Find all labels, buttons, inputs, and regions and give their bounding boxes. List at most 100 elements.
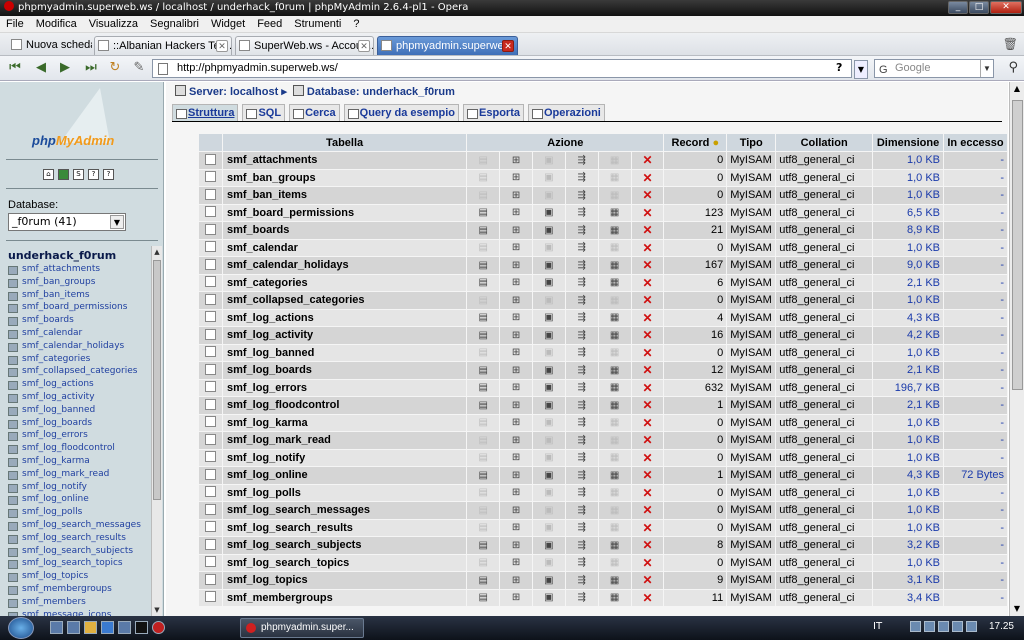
breadcrumb-database[interactable]: Database: underhack_f0rum <box>307 86 455 98</box>
checkbox[interactable] <box>204 276 216 288</box>
checkbox[interactable] <box>204 521 216 533</box>
table-name-link[interactable]: smf_log_banned <box>222 344 467 361</box>
sidebar-table-link[interactable]: smf_collapsed_categories <box>8 365 150 378</box>
close-tab-icon[interactable]: ✕ <box>502 40 514 52</box>
checkbox[interactable] <box>204 171 216 183</box>
row-checkbox[interactable] <box>199 432 222 449</box>
checkbox[interactable] <box>204 346 216 358</box>
size-link[interactable]: 2,1 KB <box>873 362 944 379</box>
browse-icon[interactable]: ▤ <box>467 484 500 501</box>
sidebar-table-link[interactable]: smf_attachments <box>8 263 150 276</box>
sidebar-table-link[interactable]: smf_log_mark_read <box>8 468 150 481</box>
size-link[interactable]: 6,5 KB <box>873 204 944 221</box>
table-name-link[interactable]: smf_log_search_subjects <box>222 537 467 554</box>
fast-forward-icon[interactable]: ⏭ <box>82 60 100 77</box>
row-checkbox[interactable] <box>199 292 222 309</box>
drop-icon[interactable]: ✕ <box>631 502 664 519</box>
drop-icon[interactable]: ✕ <box>631 572 664 589</box>
browse-icon[interactable]: ▤ <box>467 397 500 414</box>
empty-icon[interactable]: ▦ <box>598 239 631 256</box>
insert-icon[interactable]: ⇶ <box>565 379 598 396</box>
search-icon[interactable]: ▣ <box>532 257 565 274</box>
sidebar-table-link[interactable]: smf_log_search_topics <box>8 557 150 570</box>
maximize-button[interactable]: □ <box>969 1 989 14</box>
insert-icon[interactable]: ⇶ <box>565 309 598 326</box>
row-checkbox[interactable] <box>199 187 222 204</box>
switch-windows-icon[interactable] <box>67 621 80 634</box>
browse-icon[interactable]: ▤ <box>467 537 500 554</box>
empty-icon[interactable]: ▦ <box>598 152 631 169</box>
scroll-thumb[interactable] <box>153 260 161 500</box>
drop-icon[interactable]: ✕ <box>631 152 664 169</box>
size-link[interactable]: 4,3 KB <box>873 309 944 326</box>
structure-icon[interactable]: ⊞ <box>500 449 532 466</box>
insert-icon[interactable]: ⇶ <box>565 344 598 361</box>
checkbox[interactable] <box>204 538 216 550</box>
search-icon[interactable]: ▣ <box>532 344 565 361</box>
size-link[interactable]: 1,0 KB <box>873 152 944 169</box>
checkbox[interactable] <box>204 486 216 498</box>
insert-icon[interactable]: ⇶ <box>565 327 598 344</box>
checkbox[interactable] <box>204 258 216 270</box>
menu-feed[interactable]: Feed <box>251 18 288 30</box>
checkbox[interactable] <box>204 206 216 218</box>
row-checkbox[interactable] <box>199 362 222 379</box>
browse-icon[interactable]: ▤ <box>467 187 500 204</box>
structure-icon[interactable]: ⊞ <box>500 309 532 326</box>
checkbox[interactable] <box>204 241 216 253</box>
tab-query-da-esempio[interactable]: Query da esempio <box>343 104 460 121</box>
row-checkbox[interactable] <box>199 257 222 274</box>
sidebar-table-link[interactable]: smf_message_icons <box>8 609 150 616</box>
insert-icon[interactable]: ⇶ <box>565 187 598 204</box>
table-name-link[interactable]: smf_log_search_results <box>222 519 467 536</box>
browse-icon[interactable]: ▤ <box>467 309 500 326</box>
tab-phpmyadmin[interactable]: phpmyadmin.superwe... ✕ <box>377 36 518 55</box>
size-link[interactable]: 4,2 KB <box>873 327 944 344</box>
checkbox[interactable] <box>204 153 216 165</box>
drop-icon[interactable]: ✕ <box>631 449 664 466</box>
scroll-down-icon[interactable]: ▼ <box>152 604 162 616</box>
search-icon[interactable]: ▣ <box>532 484 565 501</box>
empty-icon[interactable]: ▦ <box>598 502 631 519</box>
tab-cerca[interactable]: Cerca <box>289 104 340 121</box>
sql-icon[interactable]: S <box>73 169 84 180</box>
table-name-link[interactable]: smf_log_errors <box>222 379 467 396</box>
row-checkbox[interactable] <box>199 484 222 501</box>
row-checkbox[interactable] <box>199 449 222 466</box>
tray-icon[interactable] <box>924 621 935 632</box>
empty-icon[interactable]: ▦ <box>598 467 631 484</box>
sidebar-table-link[interactable]: smf_log_banned <box>8 404 150 417</box>
drop-icon[interactable]: ✕ <box>631 537 664 554</box>
home-icon[interactable]: ⌂ <box>43 169 54 180</box>
insert-icon[interactable]: ⇶ <box>565 519 598 536</box>
menu-file[interactable]: File <box>0 18 30 30</box>
structure-icon[interactable]: ⊞ <box>500 344 532 361</box>
table-name-link[interactable]: smf_membergroups <box>222 589 467 606</box>
checkbox[interactable] <box>204 416 216 428</box>
table-name-link[interactable]: smf_log_karma <box>222 414 467 431</box>
row-checkbox[interactable] <box>199 204 222 221</box>
search-icon[interactable]: ▣ <box>532 589 565 606</box>
scroll-up-icon[interactable]: ▲ <box>1010 82 1024 96</box>
structure-icon[interactable]: ⊞ <box>500 274 532 291</box>
checkbox[interactable] <box>204 293 216 305</box>
insert-icon[interactable]: ⇶ <box>565 362 598 379</box>
structure-icon[interactable]: ⊞ <box>500 257 532 274</box>
search-icon[interactable]: ▣ <box>532 537 565 554</box>
insert-icon[interactable]: ⇶ <box>565 152 598 169</box>
structure-icon[interactable]: ⊞ <box>500 397 532 414</box>
network-icon[interactable] <box>952 621 963 632</box>
chevron-down-icon[interactable]: ▼ <box>980 60 993 77</box>
insert-icon[interactable]: ⇶ <box>565 572 598 589</box>
insert-icon[interactable]: ⇶ <box>565 589 598 606</box>
sidebar-table-link[interactable]: smf_boards <box>8 314 150 327</box>
sidebar-table-link[interactable]: smf_log_search_messages <box>8 519 150 532</box>
browse-icon[interactable]: ▤ <box>467 257 500 274</box>
help-icon[interactable]: ? <box>836 61 842 74</box>
browse-icon[interactable]: ▤ <box>467 222 500 239</box>
back-icon[interactable]: ◀ <box>32 60 50 77</box>
drop-icon[interactable]: ✕ <box>631 484 664 501</box>
structure-icon[interactable]: ⊞ <box>500 222 532 239</box>
drop-icon[interactable]: ✕ <box>631 169 664 186</box>
empty-icon[interactable]: ▦ <box>598 309 631 326</box>
